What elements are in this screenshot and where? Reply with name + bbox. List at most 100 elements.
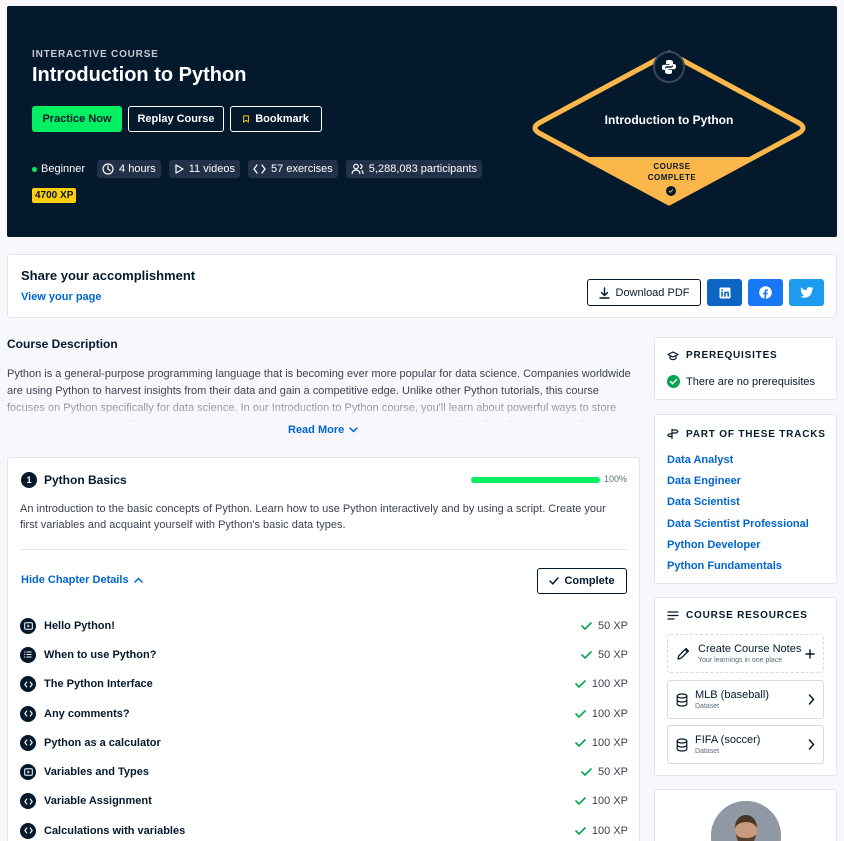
exercise-row[interactable]: Variables and Types 50 XP <box>20 757 628 786</box>
create-notes-title: Create Course Notes <box>698 643 802 655</box>
participants-chip: 5,288,083 participants <box>345 160 483 178</box>
code-icon <box>20 822 36 839</box>
exercise-xp-value: 100 XP <box>591 795 628 808</box>
exercise-xp: 100 XP <box>575 708 628 720</box>
twitter-icon <box>799 287 813 298</box>
exercise-title: Python as a calculator <box>44 736 161 749</box>
chapter-title: Python Basics <box>44 473 127 487</box>
description-text: Python is a general-purpose programming … <box>7 368 631 422</box>
chevron-down-icon <box>349 427 358 433</box>
replay-course-button[interactable]: Replay Course <box>128 106 224 132</box>
replay-course-label: Replay Course <box>137 113 215 125</box>
exercise-title: When to use Python? <box>44 648 157 661</box>
video-icon <box>20 617 36 634</box>
code-icon <box>20 676 36 693</box>
exercise-row[interactable]: Python as a calculator 100 XP <box>20 728 628 757</box>
tracks-header: PART OF THESE TRACKS <box>667 428 826 440</box>
track-link[interactable]: Data Engineer <box>667 473 809 494</box>
instructor-avatar <box>711 801 781 841</box>
exercise-xp-value: 100 XP <box>591 736 628 749</box>
pencil-icon <box>677 647 690 660</box>
chapter-progress-label: 100% <box>604 474 628 484</box>
badge-check-icon <box>666 186 676 196</box>
play-icon <box>175 164 184 174</box>
course-meta: Beginner 4 hours 11 videos 57 exercises … <box>32 160 483 178</box>
complete-button[interactable]: Complete <box>537 568 627 594</box>
exercise-xp-value: 100 XP <box>591 707 628 720</box>
database-icon <box>676 737 688 752</box>
badge-status-line2: COMPLETE <box>647 173 697 182</box>
exercise-xp-value: 50 XP <box>598 766 628 779</box>
twitter-share-button[interactable] <box>789 279 824 306</box>
xp-badge: 4700 XP <box>32 188 77 203</box>
check-icon <box>575 826 586 835</box>
exercise-row[interactable]: Hello Python! 50 XP <box>20 611 628 640</box>
resource-title: FIFA (soccer) <box>695 734 761 746</box>
share-title: Share your accomplishment <box>21 268 196 283</box>
check-icon <box>575 797 586 806</box>
exercise-xp: 100 XP <box>575 737 628 749</box>
prerequisites-header: PREREQUISITES <box>667 350 778 361</box>
bookmark-button[interactable]: Bookmark <box>230 106 322 132</box>
download-pdf-label: Download PDF <box>615 286 690 299</box>
exercise-xp: 50 XP <box>581 620 628 632</box>
exercise-xp-value: 50 XP <box>598 619 628 632</box>
resource-subtitle: Dataset <box>695 703 720 710</box>
resource-subtitle: Dataset <box>695 748 720 755</box>
code-icon <box>20 734 36 751</box>
tracks-card: PART OF THESE TRACKS Data Analyst Data En… <box>654 414 837 584</box>
track-link[interactable]: Python Developer <box>667 537 809 558</box>
badge-status-line1: COURSE <box>653 162 691 171</box>
practice-now-button[interactable]: Practice Now <box>32 106 122 132</box>
check-icon <box>575 680 586 689</box>
exercise-row[interactable]: Any comments? 100 XP <box>20 699 628 728</box>
facebook-share-button[interactable] <box>748 279 783 306</box>
exercises-chip: 57 exercises <box>248 160 338 178</box>
chapter-card: 1 Python Basics 100% An introduction to … <box>7 457 640 841</box>
check-icon <box>581 768 592 777</box>
course-title: Introduction to Python <box>32 64 247 86</box>
track-link[interactable]: Data Scientist Professional <box>667 516 809 537</box>
signpost-icon <box>667 429 679 439</box>
check-icon <box>581 621 592 630</box>
resource-item-mlb[interactable]: MLB (baseball) Dataset <box>667 680 824 719</box>
check-icon <box>581 651 592 659</box>
download-pdf-button[interactable]: Download PDF <box>587 279 701 306</box>
exercises-label: 57 exercises <box>271 163 333 175</box>
exercise-row[interactable]: When to use Python? 50 XP <box>20 640 628 669</box>
hero-actions: Practice Now Replay Course Bookmark <box>32 106 322 132</box>
chapter-progress-fill <box>471 477 600 483</box>
check-circle-icon <box>667 375 680 388</box>
resource-item-fifa[interactable]: FIFA (soccer) Dataset <box>667 725 824 764</box>
track-link[interactable]: Data Analyst <box>667 452 809 473</box>
create-notes-button[interactable]: Create Course Notes Your learnings in on… <box>667 634 824 673</box>
linkedin-share-button[interactable] <box>707 279 742 306</box>
share-actions: Download PDF <box>587 279 824 306</box>
track-link[interactable]: Python Fundamentals <box>667 558 809 579</box>
check-icon <box>575 709 586 718</box>
prerequisites-text: There are no prerequisites <box>686 375 816 388</box>
chevron-right-icon <box>808 739 815 750</box>
view-your-page-link[interactable]: View your page <box>21 291 102 303</box>
exercise-row[interactable]: Variable Assignment 100 XP <box>20 787 628 816</box>
prerequisites-heading: PREREQUISITES <box>686 350 778 361</box>
instructor-card <box>654 789 837 841</box>
bookmark-label: Bookmark <box>255 113 309 125</box>
duration-label: 4 hours <box>119 163 156 175</box>
exercise-row[interactable]: The Python Interface 100 XP <box>20 670 628 699</box>
exercise-title: Variables and Types <box>44 766 149 779</box>
prerequisites-card: PREREQUISITES There are no prerequisites <box>654 337 837 400</box>
exercise-row[interactable]: Calculations with variables 100 XP <box>20 816 628 841</box>
chapter-divider <box>20 549 627 550</box>
plus-icon <box>805 649 815 659</box>
read-more-label: Read More <box>288 424 345 436</box>
course-hero: INTERACTIVE COURSE Introduction to Pytho… <box>7 6 837 237</box>
tracks-heading: PART OF THESE TRACKS <box>686 428 826 440</box>
read-more-button[interactable]: Read More <box>288 424 358 436</box>
facebook-icon <box>759 286 772 299</box>
participants-icon <box>351 163 364 175</box>
create-notes-subtitle: Your learnings in one place <box>698 657 783 664</box>
hide-chapter-details-button[interactable]: Hide Chapter Details <box>21 574 143 586</box>
resources-card: COURSE RESOURCES Create Course Notes You… <box>654 597 837 776</box>
track-link[interactable]: Data Scientist <box>667 494 809 515</box>
